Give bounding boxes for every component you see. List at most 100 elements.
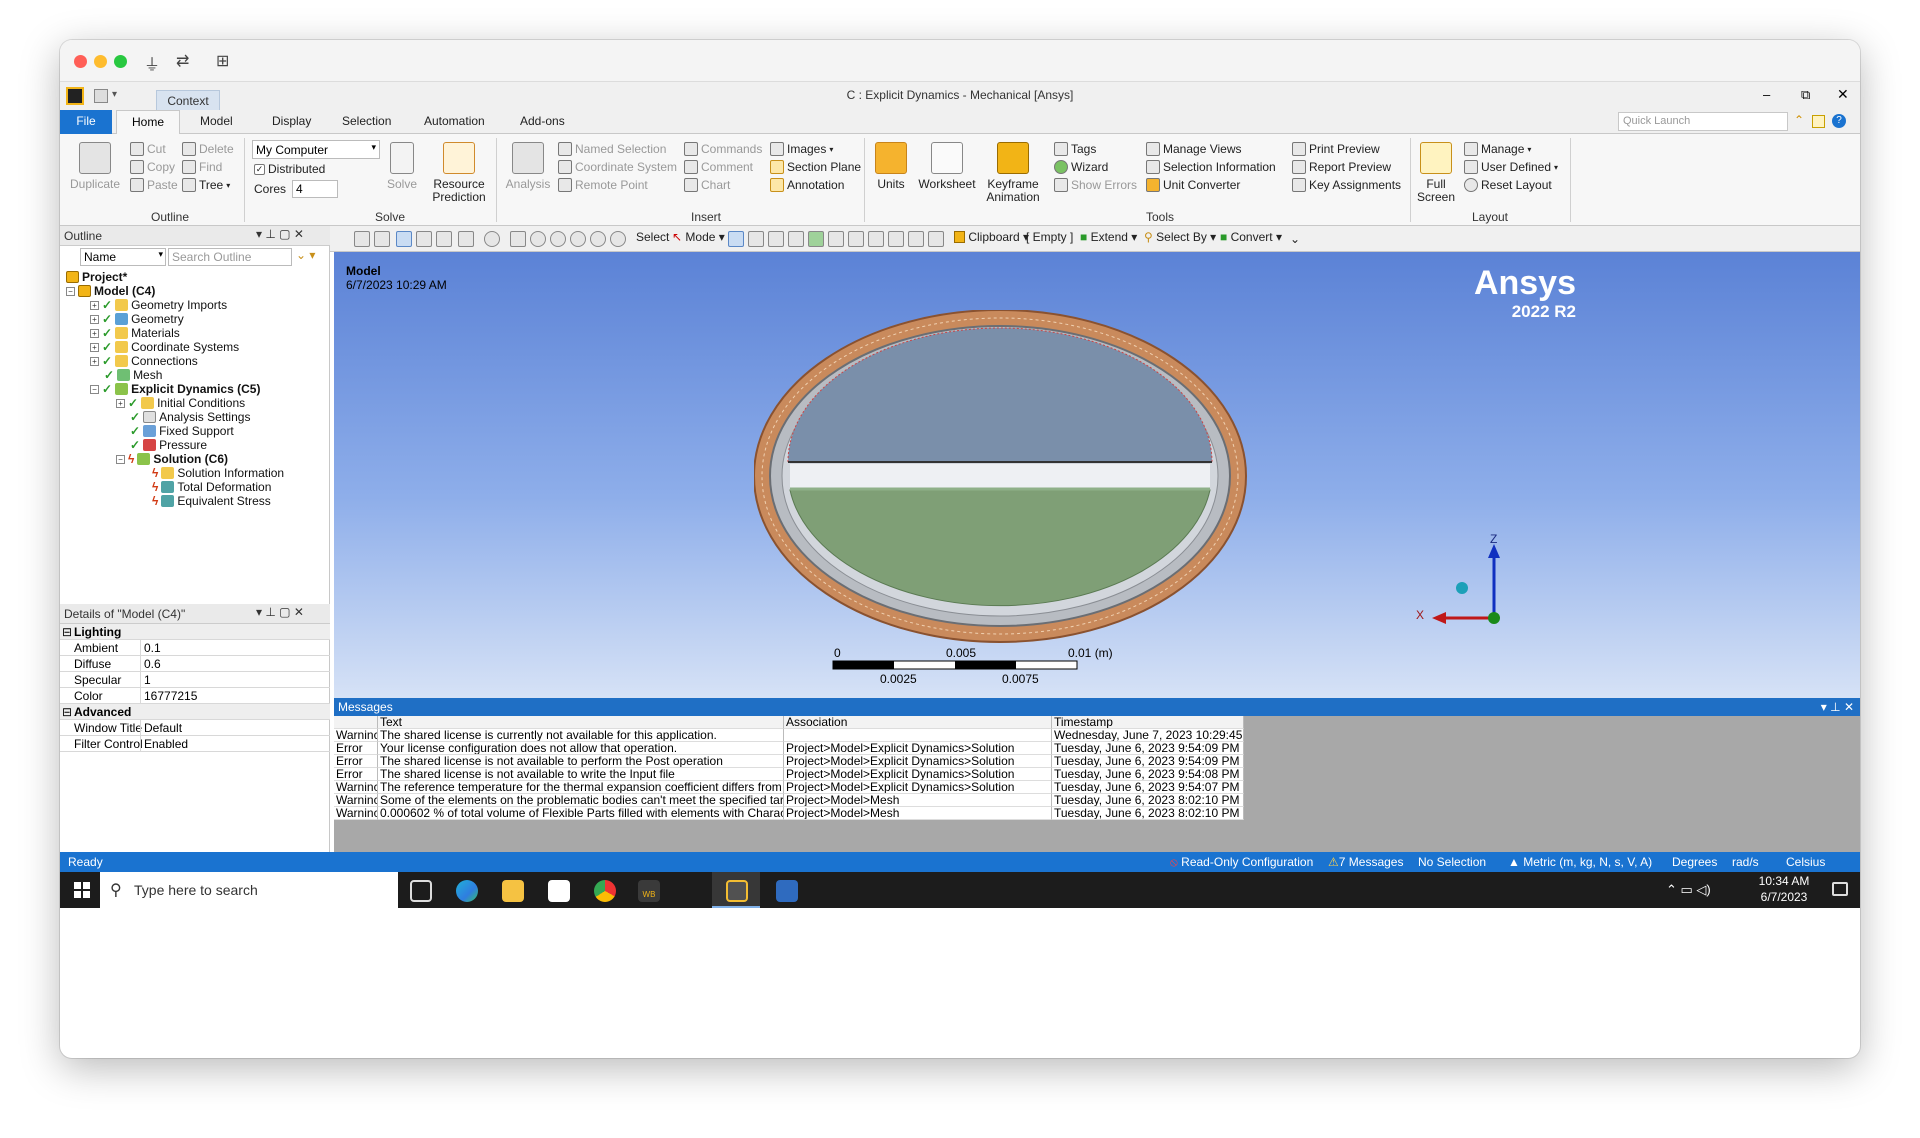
tree-item-equivalent-stress[interactable]: ϟ Equivalent Stress xyxy=(152,494,271,508)
detail-value[interactable]: Enabled xyxy=(140,736,191,751)
tree-item-connections[interactable]: + ✓ Connections xyxy=(90,354,198,368)
message-association[interactable]: Project>Model>Mesh xyxy=(784,794,1052,807)
message-severity[interactable]: Warninc xyxy=(334,781,378,794)
manage-views-button[interactable]: Manage Views xyxy=(1146,142,1242,156)
message-timestamp[interactable]: Wednesday, June 7, 2023 10:29:45 AM xyxy=(1052,729,1244,742)
rotate-icon[interactable] xyxy=(484,231,500,247)
graphics-viewport[interactable]: Model 6/7/2023 10:29 AM Ansys 2022 R2 0 … xyxy=(334,252,1860,698)
resource-prediction-button[interactable]: Resource Prediction xyxy=(428,142,490,204)
named-selection-button[interactable]: Named Selection xyxy=(558,142,666,156)
select-face-icon[interactable] xyxy=(768,231,784,247)
find-button[interactable]: Find xyxy=(182,160,222,174)
message-text[interactable]: Some of the elements on the problematic … xyxy=(378,794,784,807)
close-button[interactable]: ✕ xyxy=(1837,86,1849,103)
minimize-dot[interactable] xyxy=(94,55,107,68)
message-association[interactable]: Project>Model>Mesh xyxy=(784,807,1052,820)
windows-start-icon[interactable] xyxy=(74,882,90,898)
expand-icon[interactable]: + xyxy=(90,356,99,366)
minimize-button[interactable]: – xyxy=(1763,87,1770,102)
taskbar-date[interactable]: 6/7/2023 xyxy=(1754,890,1814,904)
expand-icon[interactable]: + xyxy=(90,342,99,352)
key-assignments-button[interactable]: Key Assignments xyxy=(1292,178,1401,192)
wizard-button[interactable]: Wizard xyxy=(1054,160,1108,174)
annotation-toolbar-icon[interactable] xyxy=(928,231,944,247)
chrome-icon[interactable] xyxy=(594,880,616,902)
expand-icon[interactable]: + xyxy=(90,314,99,324)
expand-icon[interactable]: + xyxy=(116,398,125,408)
commands-button[interactable]: Commands xyxy=(684,142,762,156)
axis-triad[interactable] xyxy=(1422,532,1522,632)
user-defined-button[interactable]: User Defined ▾ xyxy=(1464,160,1558,174)
network-icon[interactable]: ⊞ xyxy=(216,51,229,71)
convert-button[interactable]: ■ Convert ▾ xyxy=(1220,230,1282,244)
manage-layout-button[interactable]: Manage ▾ xyxy=(1464,142,1531,156)
unit-system[interactable]: ▲ Metric (m, kg, N, s, V, A) xyxy=(1508,855,1652,869)
store-icon[interactable] xyxy=(548,880,570,902)
detail-value[interactable]: 1 xyxy=(140,672,154,687)
plug-icon[interactable]: ⏚ xyxy=(144,51,160,75)
detail-row[interactable]: Diffuse 0.6 xyxy=(60,656,330,672)
context-tab[interactable]: Context xyxy=(156,90,220,110)
message-timestamp[interactable]: Tuesday, June 6, 2023 9:54:07 PM xyxy=(1052,781,1244,794)
help-icon[interactable]: ? xyxy=(1832,114,1846,128)
select-mesh-icon[interactable] xyxy=(868,231,884,247)
solve-button[interactable]: Solve xyxy=(382,142,422,191)
message-text[interactable]: The shared license is currently not avai… xyxy=(378,729,784,742)
file-explorer-icon[interactable] xyxy=(502,880,524,902)
report-preview-button[interactable]: Report Preview xyxy=(1292,160,1391,174)
detail-row[interactable]: Window Title Default xyxy=(60,720,330,736)
detail-value[interactable]: 16777215 xyxy=(140,688,200,703)
message-severity[interactable]: Warninc xyxy=(334,794,378,807)
tray-icons[interactable]: ⌃ ▭ ◁) xyxy=(1666,882,1711,898)
qat-dropdown-icon[interactable]: ▾ xyxy=(112,89,117,100)
tree-item-solution[interactable]: − ϟ Solution (C6) xyxy=(116,452,228,466)
wireframe-icon[interactable] xyxy=(436,231,452,247)
zoom-fit-all-icon[interactable] xyxy=(570,231,586,247)
analysis-button[interactable]: Analysis xyxy=(502,142,554,191)
message-timestamp[interactable]: Tuesday, June 6, 2023 9:54:09 PM xyxy=(1052,755,1244,768)
paste-button[interactable]: Paste xyxy=(130,178,178,192)
messages-column-header[interactable] xyxy=(334,716,378,729)
select-vertex-icon[interactable] xyxy=(728,231,744,247)
cut-button[interactable]: Cut xyxy=(130,142,166,156)
annotation-button[interactable]: Annotation xyxy=(770,178,844,192)
cores-input[interactable]: 4 xyxy=(292,180,338,198)
powershell-icon[interactable] xyxy=(776,880,798,902)
message-severity[interactable]: Error xyxy=(334,742,378,755)
zoom-dot[interactable] xyxy=(114,55,127,68)
unit-converter-button[interactable]: Unit Converter xyxy=(1146,178,1240,192)
worksheet-button[interactable]: Worksheet xyxy=(916,142,978,191)
model-geometry[interactable] xyxy=(754,310,1254,650)
detail-row[interactable]: Filter Control Enabled xyxy=(60,736,330,752)
select-element-icon[interactable] xyxy=(848,231,864,247)
collapse-icon[interactable]: ⊟ xyxy=(62,705,72,719)
message-association[interactable]: Project>Model>Explicit Dynamics>Solution xyxy=(784,742,1052,755)
taskbar-time[interactable]: 10:34 AM xyxy=(1754,874,1814,888)
celsius-unit[interactable]: Celsius xyxy=(1786,855,1825,869)
feedback-icon[interactable] xyxy=(1812,115,1825,128)
select-edge-icon[interactable] xyxy=(748,231,764,247)
maximize-button[interactable]: ⧉ xyxy=(1801,87,1810,103)
tab-home[interactable]: Home xyxy=(116,110,180,135)
messages-column-header[interactable]: Association xyxy=(784,716,1052,729)
save-icon[interactable] xyxy=(94,89,108,103)
message-text[interactable]: The shared license is not available to w… xyxy=(378,768,784,781)
images-button[interactable]: Images ▾ xyxy=(770,142,833,156)
solve-target-select[interactable]: My Computer ▾ xyxy=(252,140,380,159)
select-node-icon[interactable] xyxy=(808,231,824,247)
expand-icon[interactable]: + xyxy=(90,328,99,338)
tab-display[interactable]: Display xyxy=(272,114,311,128)
tree-item-project[interactable]: Project* xyxy=(66,270,127,284)
expand-icon[interactable]: + xyxy=(90,300,99,310)
messages-column-header[interactable]: Text xyxy=(378,716,784,729)
taskbar-search[interactable]: ⚲ Type here to search xyxy=(100,872,398,908)
keyframe-animation-button[interactable]: Keyframe Animation xyxy=(982,142,1044,204)
remote-point-button[interactable]: Remote Point xyxy=(558,178,648,192)
tree-item-initial-conditions[interactable]: + ✓ Initial Conditions xyxy=(116,396,245,410)
section-plane-button[interactable]: Section Plane xyxy=(770,160,861,174)
pan-icon[interactable] xyxy=(510,231,526,247)
tree-item-materials[interactable]: + ✓ Materials xyxy=(90,326,180,340)
message-timestamp[interactable]: Tuesday, June 6, 2023 9:54:08 PM xyxy=(1052,768,1244,781)
pin-icon[interactable]: ▾ ⊥ ▢ ✕ xyxy=(256,605,304,619)
detail-value[interactable]: 0.6 xyxy=(140,656,164,671)
